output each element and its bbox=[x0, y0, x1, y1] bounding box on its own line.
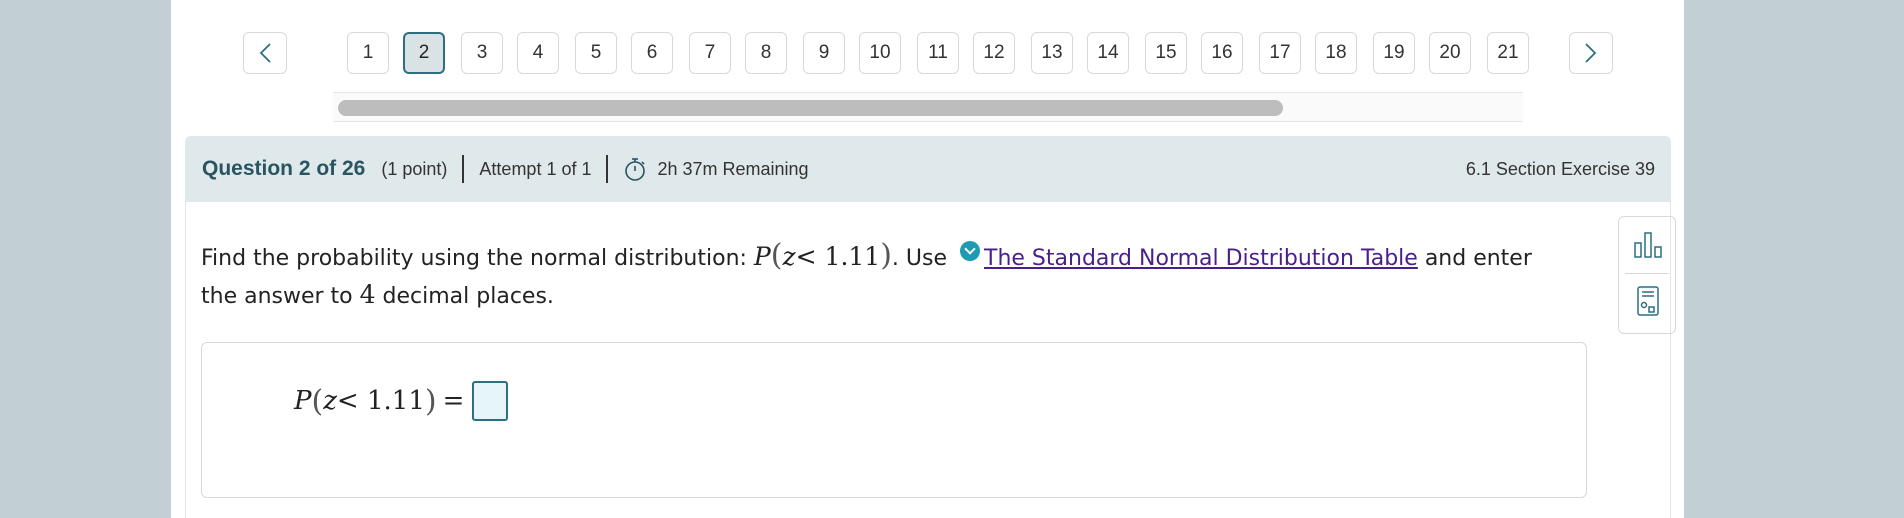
math-paren: ( bbox=[770, 238, 783, 273]
attempt-count: Attempt 1 of 1 bbox=[479, 158, 592, 179]
question-points: (1 point) bbox=[381, 158, 448, 179]
answer-input[interactable] bbox=[472, 381, 509, 421]
header-divider bbox=[462, 155, 465, 183]
math-p: P bbox=[753, 242, 771, 271]
pager-scrollbar[interactable] bbox=[333, 92, 1523, 122]
prompt-text: Find the probability using the normal di… bbox=[201, 246, 754, 271]
page-button-7[interactable]: 7 bbox=[689, 32, 731, 74]
tools-divider bbox=[1625, 273, 1669, 274]
page-button-9[interactable]: 9 bbox=[803, 32, 845, 74]
section-label: 6.1 Section Exercise 39 bbox=[1465, 158, 1655, 179]
page-button-3[interactable]: 3 bbox=[461, 32, 503, 74]
answer-area: P(z < 1.11) = bbox=[201, 342, 1587, 498]
scrollbar-thumb[interactable] bbox=[338, 100, 1283, 116]
page-button-2[interactable]: 2 bbox=[403, 32, 445, 74]
math-var: z bbox=[782, 242, 796, 271]
use-text: . Use bbox=[891, 246, 948, 271]
calculator-icon[interactable] bbox=[1632, 285, 1664, 317]
page-button-21[interactable]: 21 bbox=[1487, 32, 1529, 74]
question-title: Question 2 of 26 bbox=[202, 157, 366, 180]
math-paren: ) bbox=[880, 238, 892, 273]
time-remaining: 2h 37m Remaining bbox=[657, 158, 809, 179]
header-divider bbox=[606, 155, 609, 183]
next-page-button[interactable] bbox=[1569, 32, 1613, 74]
ans-equals: = bbox=[442, 386, 465, 416]
bar-chart-icon[interactable] bbox=[1632, 229, 1664, 261]
page-button-13[interactable]: 13 bbox=[1031, 32, 1073, 74]
page-button-8[interactable]: 8 bbox=[745, 32, 787, 74]
page-button-5[interactable]: 5 bbox=[575, 32, 617, 74]
ans-paren: ) bbox=[424, 383, 437, 419]
normal-table-link[interactable]: The Standard Normal Distribution Table bbox=[984, 246, 1418, 271]
question-body: Find the probability using the normal di… bbox=[185, 202, 1676, 518]
page-button-16[interactable]: 16 bbox=[1201, 32, 1243, 74]
page-button-20[interactable]: 20 bbox=[1429, 32, 1471, 74]
prompt-suffix-2: decimal places. bbox=[375, 284, 554, 309]
page-container: 1 2 3 4 5 6 7 8 9 10 11 12 13 14 15 16 17 18 19 20 21 Questi… bbox=[171, 0, 1684, 518]
math-body: < 1.11 bbox=[795, 242, 881, 271]
chevron-right-icon bbox=[1585, 43, 1597, 63]
page-button-18[interactable]: 18 bbox=[1315, 32, 1357, 74]
tools-panel bbox=[1618, 216, 1676, 334]
digits-count: 4 bbox=[359, 280, 376, 309]
page-button-11[interactable]: 11 bbox=[917, 32, 959, 74]
ans-p: P bbox=[294, 386, 312, 416]
question-prompt: Find the probability using the normal di… bbox=[201, 238, 1561, 315]
ans-var: z bbox=[323, 386, 337, 416]
chevron-down-circle-icon[interactable] bbox=[960, 241, 981, 261]
page-button-10[interactable]: 10 bbox=[859, 32, 901, 74]
page-button-14[interactable]: 14 bbox=[1087, 32, 1129, 74]
prompt-math: P(z< 1.11) bbox=[753, 238, 892, 273]
question-pager: 1 2 3 4 5 6 7 8 9 10 11 12 13 14 15 16 17 18 19 20 21 bbox=[243, 32, 1671, 76]
answer-expression: P(z < 1.11) = bbox=[294, 381, 509, 421]
page-button-12[interactable]: 12 bbox=[973, 32, 1015, 74]
chevron-left-icon bbox=[259, 43, 271, 63]
stopwatch-icon bbox=[625, 158, 646, 181]
page-button-4[interactable]: 4 bbox=[517, 32, 559, 74]
question-header: Question 2 of 26 (1 point) Attempt 1 of … bbox=[185, 136, 1671, 202]
ans-paren: ( bbox=[311, 383, 324, 419]
page-button-19[interactable]: 19 bbox=[1373, 32, 1415, 74]
page-button-15[interactable]: 15 bbox=[1145, 32, 1187, 74]
prev-page-button[interactable] bbox=[243, 32, 287, 74]
page-button-1[interactable]: 1 bbox=[347, 32, 389, 74]
page-button-6[interactable]: 6 bbox=[631, 32, 673, 74]
page-button-17[interactable]: 17 bbox=[1259, 32, 1301, 74]
ans-body: < 1.11 bbox=[336, 386, 425, 416]
